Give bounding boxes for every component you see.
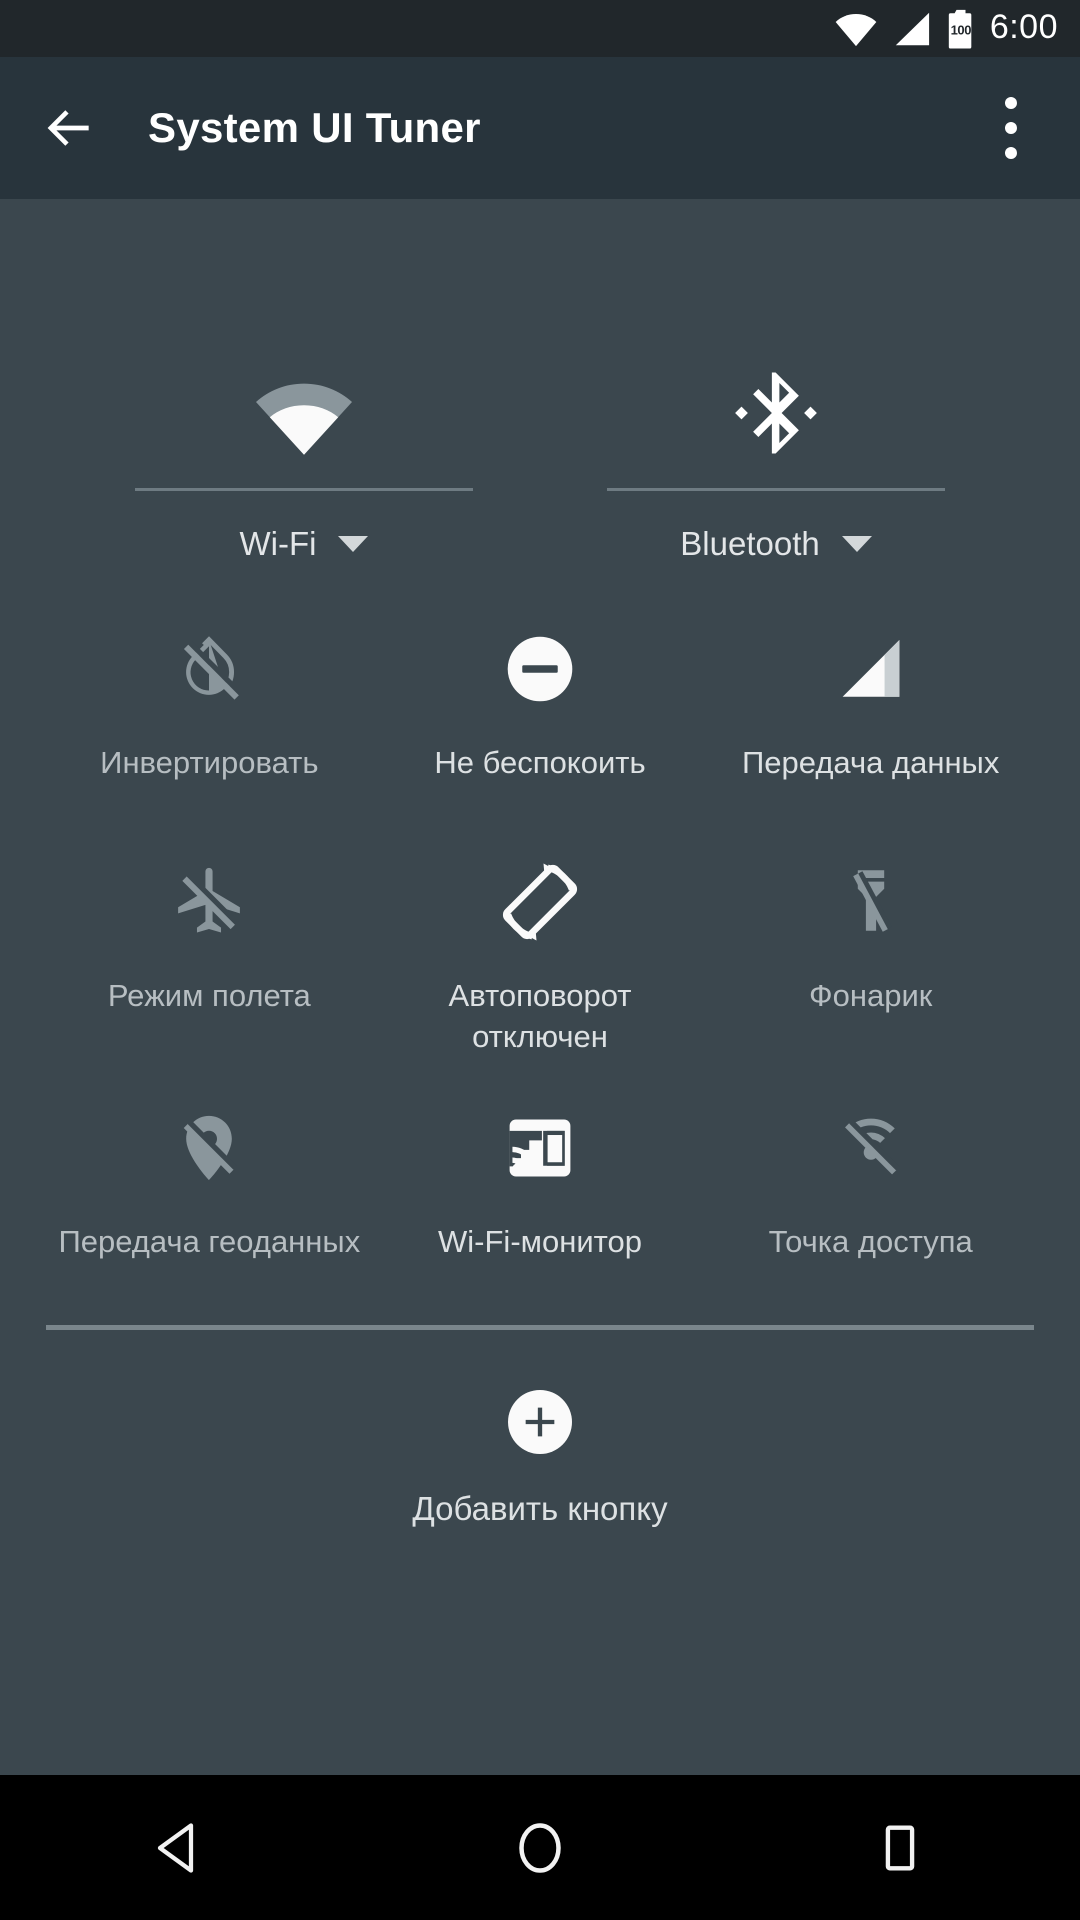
section-divider [46,1324,1034,1330]
overflow-menu-button[interactable] [976,85,1046,171]
cell-signal-icon [892,11,932,47]
qs-tile-row: Инвертировать Не беспокоить Передача дан… [0,623,1080,784]
quick-settings-panel: Wi-Fi Bluetooth Инвертировать Не беспоко… [0,199,1080,1920]
battery-icon: 100 [946,8,976,50]
qs-tile-do-not-disturb-label: Не беспокоить [434,745,646,780]
add-tile-button[interactable]: Добавить кнопку [0,1389,1080,1528]
qs-tile-mobile-data[interactable]: Передача данных [705,623,1036,784]
qs-tile-wifi-label-row[interactable]: Wi-Fi [240,525,369,563]
qs-tile-wifi-label: Wi-Fi [239,525,317,562]
status-bar: 100 6:00 [0,0,1080,57]
qs-tile-flashlight-label: Фонарик [809,977,933,1013]
qs-tile-bluetooth-label: Bluetooth [680,525,820,562]
location-off-icon [172,1102,246,1194]
page-title: System UI Tuner [148,104,481,151]
qs-tile-location-label: Передача геоданных [58,1223,361,1259]
qs-tile-row: Передача геоданных Wi-Fi-монитор Точка д… [0,1102,1080,1263]
qs-tile-invert-colors-label: Инвертировать [100,745,319,780]
qs-tile-airplane-mode[interactable]: Режим полета [44,856,375,1058]
qs-tile-mobile-data-label: Передача данных [742,745,1000,780]
qs-tile-row: Режим полета Автоповорот отключен Фонари… [0,856,1080,1058]
qs-tile-do-not-disturb[interactable]: Не беспокоить [375,623,706,784]
qs-tile-hotspot-label: Точка доступа [768,1223,973,1259]
chevron-down-icon[interactable] [338,536,369,552]
cell-signal-icon [834,623,908,715]
chevron-down-icon[interactable] [841,536,872,552]
dual-tile-row: Wi-Fi Bluetooth [0,354,1080,563]
nav-back-icon [157,1822,194,1873]
phone-screen: 100 6:00 System UI Tuner Wi-Fi Bluetooth… [0,0,1080,1920]
qs-tile-hotspot[interactable]: Точка доступа [705,1102,1036,1263]
add-tile-label: Добавить кнопку [412,1489,668,1527]
back-button[interactable] [34,92,106,164]
nav-back-button[interactable] [105,1775,255,1920]
battery-level-text: 100 [950,22,972,38]
nav-recents-icon [885,1825,915,1870]
do-not-disturb-icon [502,623,578,715]
nav-home-button[interactable] [465,1775,615,1920]
status-bar-clock: 6:00 [989,8,1058,46]
qs-tile-auto-rotate-label: Автоповорот отключен [448,977,632,1054]
tile-divider [135,488,473,491]
qs-tile-flashlight[interactable]: Фонарик [705,856,1036,1058]
wifi-icon [834,11,878,47]
qs-tile-airplane-mode-label: Режим полета [107,977,311,1013]
qs-tile-location[interactable]: Передача геоданных [44,1102,375,1263]
wifi-icon [252,354,356,458]
nav-home-icon [519,1822,561,1873]
nav-recents-button[interactable] [825,1775,975,1920]
add-circle-icon [508,1389,572,1454]
tile-divider [607,488,945,491]
qs-tile-bluetooth-label-row[interactable]: Bluetooth [680,525,872,563]
arrow-back-icon [47,110,89,146]
qs-tile-cast-label: Wi-Fi-монитор [438,1223,642,1259]
more-vert-icon-dot [1005,122,1017,134]
qs-tile-invert-colors[interactable]: Инвертировать [44,623,375,784]
more-vert-icon-dot [1005,147,1017,159]
hotspot-off-icon [833,1102,909,1194]
bluetooth-icon [731,354,821,458]
qs-tile-cast[interactable]: Wi-Fi-монитор [375,1102,706,1263]
more-vert-icon-dot [1005,97,1017,109]
qs-tile-bluetooth[interactable]: Bluetooth [540,354,1012,563]
app-bar: System UI Tuner [0,57,1080,199]
invert-colors-off-icon [170,623,248,715]
screen-rotation-icon [498,856,582,948]
flashlight-off-icon [835,856,907,948]
cast-icon [502,1102,578,1194]
navigation-bar [0,1775,1080,1920]
airplane-off-icon [170,856,248,948]
qs-tile-wifi[interactable]: Wi-Fi [68,354,540,563]
qs-tile-auto-rotate[interactable]: Автоповорот отключен [375,856,706,1058]
